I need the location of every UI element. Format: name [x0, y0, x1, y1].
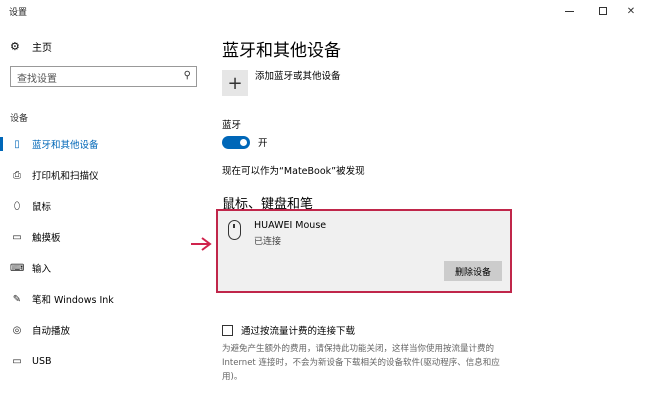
sidebar-item-label: 输入	[32, 264, 52, 275]
sidebar-item-label: 蓝牙和其他设备	[32, 140, 99, 151]
search-box[interactable]: ⚲	[10, 66, 197, 89]
add-device-label[interactable]: 添加蓝牙或其他设备	[255, 68, 341, 82]
usb-icon: ▭	[12, 355, 22, 367]
sidebar-item-pen[interactable]: ✎ 笔和 Windows Ink	[0, 287, 205, 311]
search-icon[interactable]: ⚲	[184, 70, 191, 81]
sidebar-item-label: 自动播放	[32, 326, 71, 337]
bluetooth-toggle[interactable]	[222, 135, 250, 149]
search-input[interactable]	[11, 70, 171, 89]
highlight-arrow-icon	[191, 237, 212, 251]
home-label: 主页	[32, 43, 52, 54]
sidebar-item-mouse[interactable]: ⬯ 鼠标	[0, 194, 205, 218]
add-device-row[interactable]: + 添加蓝牙或其他设备	[222, 70, 341, 96]
maximize-icon	[599, 7, 607, 15]
device-card-huawei-mouse[interactable]: HUAWEI Mouse 已连接 删除设备	[216, 209, 512, 293]
add-device-button[interactable]: +	[222, 70, 248, 96]
sidebar-item-touchpad[interactable]: ▭ 触摸板	[0, 225, 205, 249]
sidebar-item-label: 鼠标	[32, 202, 52, 213]
toggle-knob	[240, 138, 247, 146]
mouse-icon	[228, 220, 241, 240]
remove-device-button[interactable]: 删除设备	[444, 261, 502, 281]
gear-icon: ⚙	[10, 40, 20, 53]
minimize-button[interactable]	[554, 0, 584, 22]
sidebar-item-label: USB	[32, 355, 52, 367]
device-status: 已连接	[254, 237, 282, 247]
close-icon: ✕	[626, 5, 636, 17]
device-name: HUAWEI Mouse	[254, 220, 327, 231]
maximize-button[interactable]	[588, 0, 618, 22]
sidebar-item-printers[interactable]: ⎙ 打印机和扫描仪	[0, 163, 205, 187]
bluetooth-toggle-state: 开	[258, 138, 268, 149]
metered-row: 通过按流量计费的连接下载	[222, 323, 355, 337]
active-indicator	[0, 137, 3, 151]
title-bar: 设置 ✕	[0, 0, 646, 22]
main-content: 蓝牙和其他设备 + 添加蓝牙或其他设备 蓝牙 开 现在可以作为“MateBook…	[216, 22, 642, 400]
plus-icon: +	[227, 72, 243, 94]
close-button[interactable]: ✕	[616, 0, 646, 22]
sidebar-item-usb[interactable]: ▭ USB	[0, 349, 205, 373]
sidebar-item-label: 打印机和扫描仪	[32, 171, 99, 182]
bluetooth-toggle-row: 开	[222, 135, 268, 149]
discoverable-text: 现在可以作为“MateBook”被发现	[222, 166, 365, 177]
page-title: 蓝牙和其他设备	[222, 41, 341, 61]
printer-icon: ⎙	[13, 169, 21, 181]
minimize-icon	[564, 10, 574, 12]
sidebar-item-label: 触摸板	[32, 233, 61, 244]
bluetooth-devices-icon: ▯	[14, 138, 20, 150]
sidebar-item-typing[interactable]: ⌨ 输入	[0, 256, 205, 280]
section-label-devices: 设备	[10, 114, 29, 124]
pen-icon: ✎	[12, 293, 22, 305]
touchpad-icon: ▭	[12, 231, 22, 243]
metered-description: 为避免产生额外的费用，请保持此功能关闭，这样当你使用按流量计费的 Interne…	[222, 344, 500, 382]
metered-label[interactable]: 通过按流量计费的连接下载	[241, 323, 355, 337]
window-title: 设置	[9, 8, 28, 18]
autoplay-icon: ◎	[12, 324, 22, 336]
keyboard-icon: ⌨	[10, 262, 25, 274]
sidebar-item-bluetooth[interactable]: ▯ 蓝牙和其他设备	[0, 132, 205, 156]
bluetooth-label: 蓝牙	[222, 120, 242, 131]
sidebar: ⚙ 主页 ⚲ 设备 ▯ 蓝牙和其他设备 ⎙ 打印机和扫描仪 ⬯ 鼠标 ▭ 触摸板…	[0, 22, 205, 400]
metered-checkbox[interactable]	[222, 324, 233, 336]
sidebar-item-autoplay[interactable]: ◎ 自动播放	[0, 318, 205, 342]
sidebar-home[interactable]: ⚙ 主页	[10, 39, 52, 54]
mouse-icon: ⬯	[13, 200, 21, 212]
sidebar-item-label: 笔和 Windows Ink	[32, 295, 114, 306]
